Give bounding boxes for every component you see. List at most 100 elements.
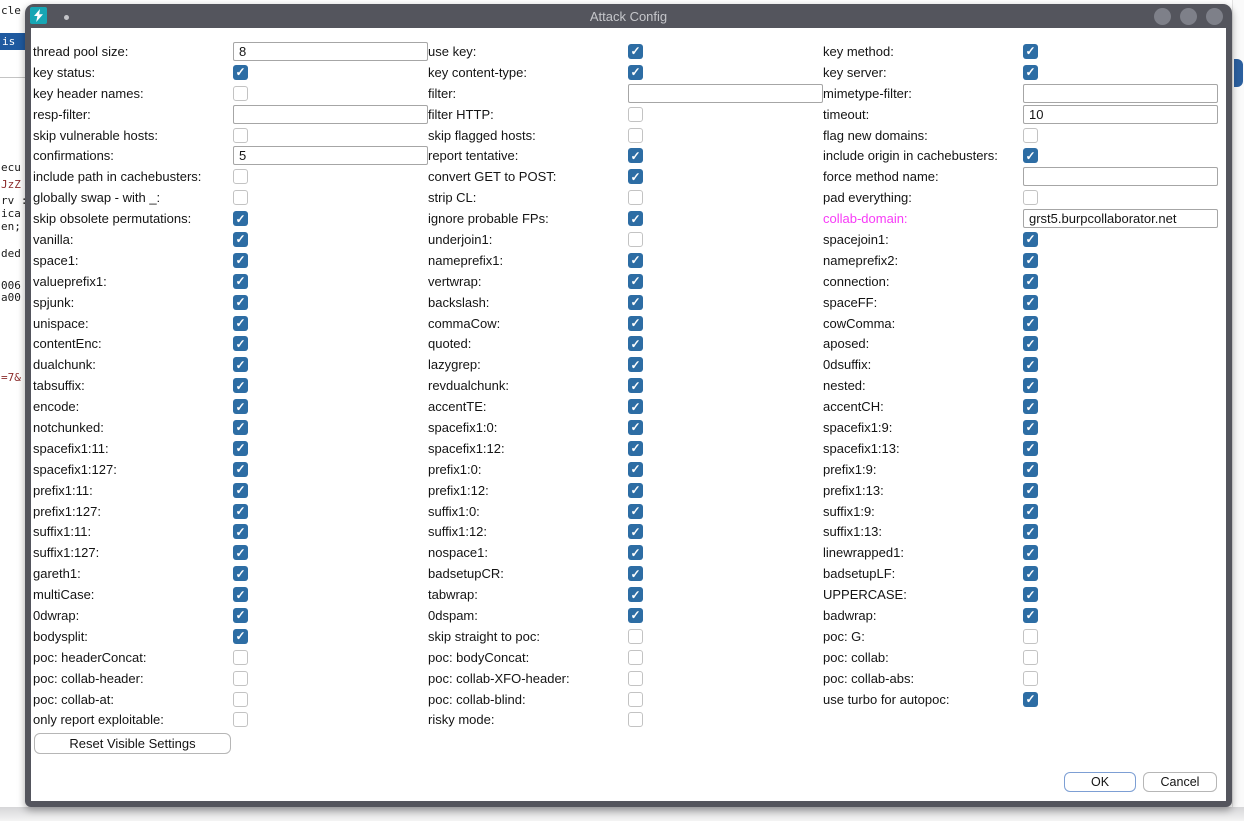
checkbox-use-key[interactable]: ✓ [628,44,643,59]
checkbox-poc-headerconcat[interactable] [233,650,248,665]
checkbox-underjoin1[interactable] [628,232,643,247]
checkbox-poc-g[interactable] [1023,629,1038,644]
checkbox-only-report-exploitable[interactable] [233,712,248,727]
checkbox-use-turbo-for-autopoc[interactable]: ✓ [1023,692,1038,707]
checkbox-filter-http[interactable] [628,107,643,122]
checkbox-suffix1-12[interactable]: ✓ [628,524,643,539]
checkbox-poc-collab-header[interactable] [233,671,248,686]
input-filter[interactable] [628,84,823,103]
checkbox-cowcomma[interactable]: ✓ [1023,316,1038,331]
input-mimetype-filter[interactable] [1023,84,1218,103]
checkbox-nameprefix2[interactable]: ✓ [1023,253,1038,268]
checkbox-nameprefix1[interactable]: ✓ [628,253,643,268]
checkbox-spacefix1-127[interactable]: ✓ [233,462,248,477]
checkbox-valueprefix1[interactable]: ✓ [233,274,248,289]
checkbox-prefix1-9[interactable]: ✓ [1023,462,1038,477]
input-collab-domain[interactable] [1023,209,1218,228]
checkbox-skip-straight-to-poc[interactable] [628,629,643,644]
checkbox-aposed[interactable]: ✓ [1023,336,1038,351]
checkbox-key-server[interactable]: ✓ [1023,65,1038,80]
checkbox-spacefix1-9[interactable]: ✓ [1023,420,1038,435]
input-thread-pool-size[interactable] [233,42,428,61]
checkbox-notchunked[interactable]: ✓ [233,420,248,435]
checkbox-spacefix1-12[interactable]: ✓ [628,441,643,456]
checkbox-dualchunk[interactable]: ✓ [233,357,248,372]
input-confirmations[interactable] [233,146,428,165]
input-resp-filter[interactable] [233,105,428,124]
checkbox-connection[interactable]: ✓ [1023,274,1038,289]
checkbox-gareth1[interactable]: ✓ [233,566,248,581]
checkbox-tabwrap[interactable]: ✓ [628,587,643,602]
checkbox-flag-new-domains[interactable] [1023,128,1038,143]
maximize-button[interactable] [1180,8,1197,25]
checkbox-poc-collab-abs[interactable] [1023,671,1038,686]
input-timeout[interactable] [1023,105,1218,124]
checkbox-accentch[interactable]: ✓ [1023,399,1038,414]
checkbox-quoted[interactable]: ✓ [628,336,643,351]
checkbox-suffix1-0[interactable]: ✓ [628,504,643,519]
checkbox-unispace[interactable]: ✓ [233,316,248,331]
checkbox-nested[interactable]: ✓ [1023,378,1038,393]
checkbox-spacefix1-11[interactable]: ✓ [233,441,248,456]
checkbox-spjunk[interactable]: ✓ [233,295,248,310]
checkbox-poc-collab-at[interactable] [233,692,248,707]
checkbox-badsetupcr[interactable]: ✓ [628,566,643,581]
checkbox-risky-mode[interactable] [628,712,643,727]
checkbox-key-content-type[interactable]: ✓ [628,65,643,80]
checkbox-key-status[interactable]: ✓ [233,65,248,80]
checkbox-strip-cl[interactable] [628,190,643,205]
checkbox-contentenc[interactable]: ✓ [233,336,248,351]
checkbox-prefix1-127[interactable]: ✓ [233,504,248,519]
checkbox-suffix1-127[interactable]: ✓ [233,545,248,560]
input-force-method-name[interactable] [1023,167,1218,186]
checkbox-skip-vulnerable-hosts[interactable] [233,128,248,143]
checkbox-suffix1-9[interactable]: ✓ [1023,504,1038,519]
checkbox-suffix1-11[interactable]: ✓ [233,524,248,539]
checkbox-poc-collab[interactable] [1023,650,1038,665]
checkbox-bodysplit[interactable]: ✓ [233,629,248,644]
checkbox-spacefix1-0[interactable]: ✓ [628,420,643,435]
checkbox-report-tentative[interactable]: ✓ [628,148,643,163]
checkbox-skip-flagged-hosts[interactable] [628,128,643,143]
checkbox-suffix1-13[interactable]: ✓ [1023,524,1038,539]
checkbox-lazygrep[interactable]: ✓ [628,357,643,372]
checkbox-prefix1-11[interactable]: ✓ [233,483,248,498]
checkbox-vanilla[interactable]: ✓ [233,232,248,247]
minimize-button[interactable] [1154,8,1171,25]
checkbox-pad-everything[interactable] [1023,190,1038,205]
checkbox-0dwrap[interactable]: ✓ [233,608,248,623]
checkbox-tabsuffix[interactable]: ✓ [233,378,248,393]
checkbox-accentte[interactable]: ✓ [628,399,643,414]
checkbox-encode[interactable]: ✓ [233,399,248,414]
checkbox-multicase[interactable]: ✓ [233,587,248,602]
close-button[interactable] [1206,8,1223,25]
checkbox-badwrap[interactable]: ✓ [1023,608,1038,623]
checkbox-prefix1-13[interactable]: ✓ [1023,483,1038,498]
checkbox-revdualchunk[interactable]: ✓ [628,378,643,393]
checkbox-poc-collab-xfo-header[interactable] [628,671,643,686]
checkbox-key-header-names[interactable] [233,86,248,101]
checkbox-prefix1-0[interactable]: ✓ [628,462,643,477]
checkbox-linewrapped1[interactable]: ✓ [1023,545,1038,560]
checkbox-key-method[interactable]: ✓ [1023,44,1038,59]
checkbox-skip-obsolete-permutations[interactable]: ✓ [233,211,248,226]
checkbox-0dsuffix[interactable]: ✓ [1023,357,1038,372]
reset-visible-settings-button[interactable]: Reset Visible Settings [34,733,231,754]
checkbox-backslash[interactable]: ✓ [628,295,643,310]
checkbox-poc-collab-blind[interactable] [628,692,643,707]
checkbox-uppercase[interactable]: ✓ [1023,587,1038,602]
checkbox-prefix1-12[interactable]: ✓ [628,483,643,498]
checkbox-ignore-probable-fps[interactable]: ✓ [628,211,643,226]
checkbox-globally-swap-with[interactable] [233,190,248,205]
checkbox-badsetuplf[interactable]: ✓ [1023,566,1038,581]
ok-button[interactable]: OK [1064,772,1136,792]
checkbox-space1[interactable]: ✓ [233,253,248,268]
checkbox-0dspam[interactable]: ✓ [628,608,643,623]
checkbox-vertwrap[interactable]: ✓ [628,274,643,289]
checkbox-include-origin-in-cachebusters[interactable]: ✓ [1023,148,1038,163]
checkbox-commacow[interactable]: ✓ [628,316,643,331]
cancel-button[interactable]: Cancel [1143,772,1217,792]
checkbox-poc-bodyconcat[interactable] [628,650,643,665]
checkbox-spaceff[interactable]: ✓ [1023,295,1038,310]
checkbox-nospace1[interactable]: ✓ [628,545,643,560]
